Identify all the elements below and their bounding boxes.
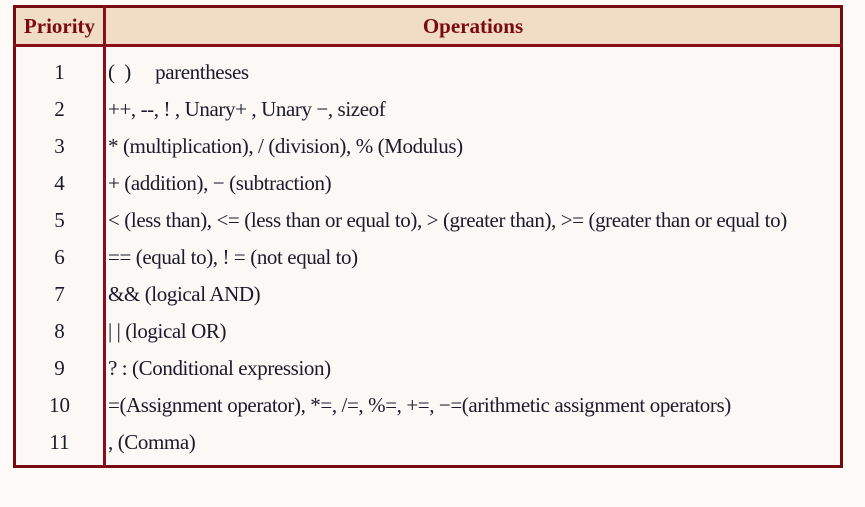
priority-cell: 3 bbox=[14, 128, 106, 165]
operations-cell: && (logical AND) bbox=[108, 282, 261, 306]
table-row: 3 * (multiplication), / (division), % (M… bbox=[14, 128, 842, 165]
priority-cell: 10 bbox=[14, 387, 106, 424]
table-row: 11 , (Comma) bbox=[14, 424, 842, 467]
operator-precedence-table: Priority Operations 1 ( ) parentheses 2 … bbox=[13, 5, 843, 468]
table-row: 7 && (logical AND) bbox=[14, 276, 842, 313]
operations-cell: < (less than), <= (less than or equal to… bbox=[108, 208, 787, 232]
operations-cell: ? : (Conditional expression) bbox=[108, 356, 331, 380]
column-header-operations: Operations bbox=[104, 6, 842, 47]
priority-cell: 6 bbox=[14, 239, 106, 276]
priority-cell: 7 bbox=[14, 276, 106, 313]
priority-cell: 5 bbox=[14, 202, 106, 239]
column-header-priority: Priority bbox=[14, 6, 106, 47]
operations-cell: =(Assignment operator), *=, /=, %=, +=, … bbox=[108, 393, 731, 417]
priority-cell: 9 bbox=[14, 350, 106, 387]
priority-cell: 11 bbox=[14, 424, 106, 467]
operations-cell: ( ) parentheses bbox=[108, 60, 249, 84]
operations-cell: + (addition), − (subtraction) bbox=[108, 171, 332, 195]
operations-cell: , (Comma) bbox=[108, 430, 196, 454]
priority-cell: 4 bbox=[14, 165, 106, 202]
table-row: 4 + (addition), − (subtraction) bbox=[14, 165, 842, 202]
operator-precedence-table-container: Priority Operations 1 ( ) parentheses 2 … bbox=[13, 5, 843, 468]
operations-cell: ++, --, ! , Unary+ , Unary −, sizeof bbox=[108, 97, 386, 121]
table-header-row: Priority Operations bbox=[14, 6, 842, 47]
operations-cell: == (equal to), ! = (not equal to) bbox=[108, 245, 358, 269]
priority-cell: 2 bbox=[14, 91, 106, 128]
table-row: 8 | | (logical OR) bbox=[14, 313, 842, 350]
operations-cell: | | (logical OR) bbox=[108, 319, 227, 343]
priority-cell: 8 bbox=[14, 313, 106, 350]
priority-cell: 1 bbox=[14, 45, 106, 91]
table-row: 6 == (equal to), ! = (not equal to) bbox=[14, 239, 842, 276]
table-row: 5 < (less than), <= (less than or equal … bbox=[14, 202, 842, 239]
table-row: 2 ++, --, ! , Unary+ , Unary −, sizeof bbox=[14, 91, 842, 128]
table-row: 1 ( ) parentheses bbox=[14, 45, 842, 91]
operations-cell: * (multiplication), / (division), % (Mod… bbox=[108, 134, 463, 158]
table-row: 9 ? : (Conditional expression) bbox=[14, 350, 842, 387]
table-row: 10 =(Assignment operator), *=, /=, %=, +… bbox=[14, 387, 842, 424]
